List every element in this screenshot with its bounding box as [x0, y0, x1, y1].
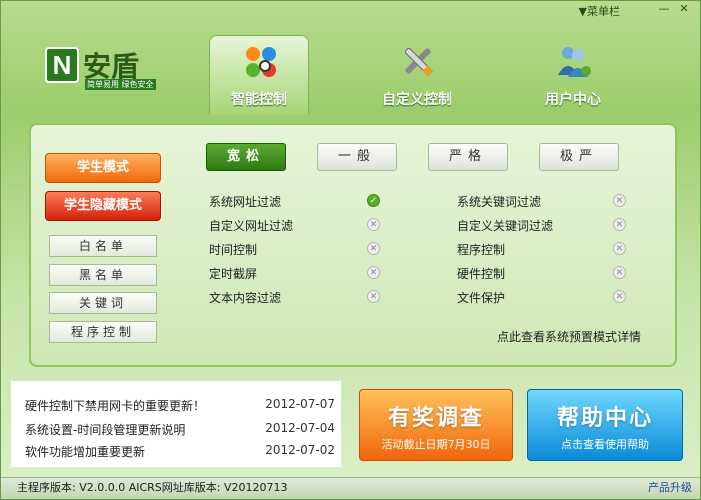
status-bar: 主程序版本: V2.0.0.0 AICRS网址库版本: V20120713 产品…: [1, 477, 700, 499]
minimize-button[interactable]: —: [656, 2, 672, 16]
app-window: ▼菜单栏 — ✕ N 安盾 简单易用 绿色安全 智能控制 自定义控制 用户中心 …: [0, 0, 701, 500]
feature-label: 文本内容过滤: [209, 291, 282, 305]
cross-icon[interactable]: ✕: [367, 242, 380, 255]
mode-extreme-button[interactable]: 极严: [539, 143, 619, 171]
tab-user-center[interactable]: 用户中心: [523, 35, 623, 115]
feature-label: 自定义网址过滤: [209, 219, 294, 233]
cross-icon[interactable]: ✕: [367, 290, 380, 303]
mode-loose-button[interactable]: 宽松: [206, 143, 286, 171]
app-logo: N 安盾 简单易用 绿色安全: [45, 47, 160, 95]
feature-label: 程序控制: [457, 243, 506, 257]
tab-label: 智能控制: [231, 92, 287, 108]
tab-label: 用户中心: [545, 92, 601, 108]
users-icon: [558, 47, 591, 77]
version-info: 主程序版本: V2.0.0.0 AICRS网址库版本: V20120713: [17, 481, 288, 494]
cross-icon[interactable]: ✕: [613, 266, 626, 279]
cross-icon[interactable]: ✕: [613, 242, 626, 255]
cross-icon[interactable]: ✕: [613, 194, 626, 207]
preset-details-link[interactable]: 点此查看系统预置模式详情: [497, 328, 641, 345]
survey-banner-button[interactable]: 有奖调查 活动截止日期7月30日: [359, 389, 513, 461]
smart-control-icon: [246, 47, 276, 77]
news-list: 硬件控制下禁用网卡的重要更新！ 2012-07-07 系统设置-时间段管理更新说…: [11, 381, 341, 467]
student-mode-button[interactable]: 学生模式: [45, 153, 161, 183]
feature-label: 定时截屏: [209, 267, 258, 281]
news-item[interactable]: 软件功能增加重要更新 2012-07-02: [25, 443, 335, 460]
news-title: 软件功能增加重要更新: [25, 445, 146, 459]
cross-icon[interactable]: ✕: [613, 290, 626, 303]
feature-label: 时间控制: [209, 243, 258, 257]
whitelist-button[interactable]: 白名单: [49, 235, 157, 257]
feature-label: 自定义关键词过滤: [457, 219, 554, 233]
survey-subtitle: 活动截止日期7月30日: [381, 438, 491, 451]
keywords-button[interactable]: 关键词: [49, 292, 157, 314]
check-icon[interactable]: ✓: [367, 194, 380, 207]
close-button[interactable]: ✕: [676, 2, 692, 16]
feature-label: 硬件控制: [457, 267, 506, 281]
tab-custom-control[interactable]: 自定义控制: [367, 35, 467, 115]
news-item[interactable]: 硬件控制下禁用网卡的重要更新！ 2012-07-07: [25, 397, 335, 414]
smart-control-panel: 学生模式 学生隐藏模式 白名单 黑名单 关键词 程序控制 宽松 一般 严格 极严…: [29, 123, 677, 367]
logo-mark: N: [45, 47, 79, 83]
cross-icon[interactable]: ✕: [367, 218, 380, 231]
cross-icon[interactable]: ✕: [367, 266, 380, 279]
help-title: 帮助中心: [556, 406, 653, 431]
cross-icon[interactable]: ✕: [613, 218, 626, 231]
student-hidden-mode-button[interactable]: 学生隐藏模式: [45, 191, 161, 221]
logo-slogan: 简单易用 绿色安全: [85, 79, 156, 90]
help-center-button[interactable]: 帮助中心 点击查看使用帮助: [527, 389, 683, 461]
feature-label: 系统网址过滤: [209, 195, 282, 209]
program-control-button[interactable]: 程序控制: [49, 321, 157, 343]
titlebar: ▼菜单栏 — ✕: [1, 1, 700, 19]
feature-label: 系统关键词过滤: [457, 195, 542, 209]
upgrade-link[interactable]: 产品升级: [648, 478, 692, 498]
news-item[interactable]: 系统设置-时间段管理更新说明 2012-07-04: [25, 421, 335, 438]
news-title: 硬件控制下禁用网卡的重要更新！: [25, 399, 206, 413]
mode-normal-button[interactable]: 一般: [317, 143, 397, 171]
tab-smart-control[interactable]: 智能控制: [209, 35, 309, 115]
menu-button[interactable]: ▼菜单栏: [579, 3, 620, 19]
feature-label: 文件保护: [457, 291, 506, 305]
news-date: 2012-07-02: [265, 443, 335, 457]
news-date: 2012-07-07: [265, 397, 335, 411]
mode-strict-button[interactable]: 严格: [428, 143, 508, 171]
tab-label: 自定义控制: [382, 92, 452, 108]
survey-title: 有奖调查: [387, 406, 484, 431]
blacklist-button[interactable]: 黑名单: [49, 264, 157, 286]
news-date: 2012-07-04: [265, 421, 335, 435]
wrench-screwdriver-icon: [404, 47, 434, 77]
help-subtitle: 点击查看使用帮助: [561, 438, 649, 451]
news-title: 系统设置-时间段管理更新说明: [25, 423, 186, 437]
